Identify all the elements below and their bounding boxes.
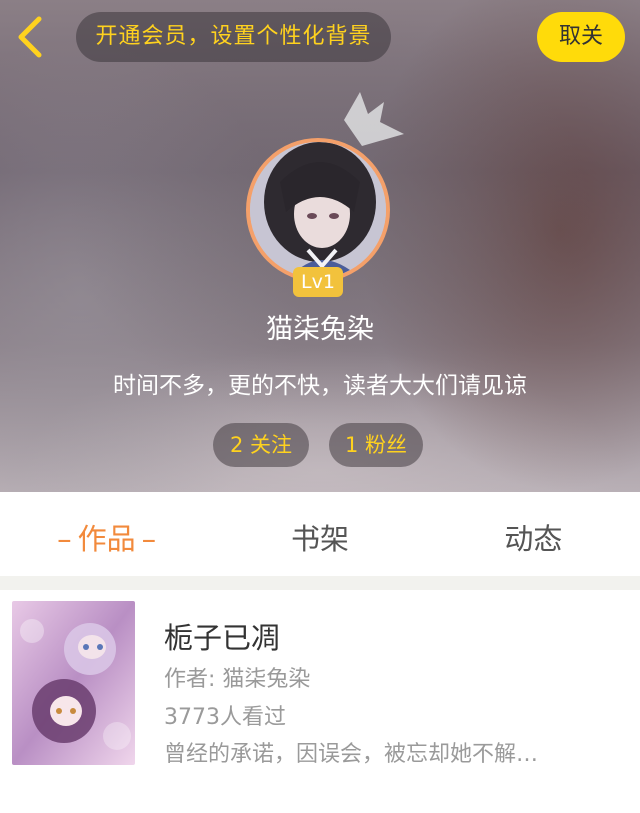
tab-works[interactable]: – 作品 –: [0, 492, 213, 587]
tab-bookshelf[interactable]: 书架: [213, 492, 426, 587]
tab-label: 动态: [504, 522, 563, 556]
profile-tabs: – 作品 – 书架 动态: [0, 492, 640, 587]
book-author: 作者: 猫柒兔染: [164, 667, 311, 692]
level-badge: Lv1: [293, 267, 343, 297]
tab-indicator-left: –: [57, 522, 72, 556]
book-view-count: 3773人看过: [164, 705, 286, 730]
tab-activity[interactable]: 动态: [427, 492, 640, 587]
tab-label: 书架: [290, 522, 349, 556]
back-button[interactable]: [12, 14, 48, 60]
avatar-image: [250, 142, 386, 278]
book-title: 栀子已凋: [164, 621, 281, 655]
unfollow-button[interactable]: 取关: [537, 12, 625, 62]
crown-icon: [344, 92, 404, 146]
following-count[interactable]: 2 关注: [213, 423, 309, 467]
username: 猫柒兔染: [266, 314, 374, 345]
fans-count[interactable]: 1 粉丝: [329, 423, 423, 467]
chevron-left-icon: [18, 16, 42, 58]
avatar[interactable]: [246, 138, 390, 282]
book-cover: [12, 601, 135, 765]
section-divider: [0, 576, 640, 590]
book-description: 曾经的承诺，因误会，被忘却她不解…: [164, 742, 539, 767]
book-card[interactable]: 栀子已凋 作者: 猫柒兔染 3773人看过 曾经的承诺，因误会，被忘却她不解…: [4, 590, 632, 780]
profile-header: 开通会员，设置个性化背景 取关 Lv1 猫柒兔染 时间不多，更的不快，读者大大们…: [0, 0, 640, 492]
tab-indicator-right: –: [141, 522, 157, 556]
tab-label: 作品: [77, 522, 136, 556]
vip-background-banner[interactable]: 开通会员，设置个性化背景: [76, 12, 391, 62]
user-bio: 时间不多，更的不快，读者大大们请见谅: [113, 373, 527, 399]
